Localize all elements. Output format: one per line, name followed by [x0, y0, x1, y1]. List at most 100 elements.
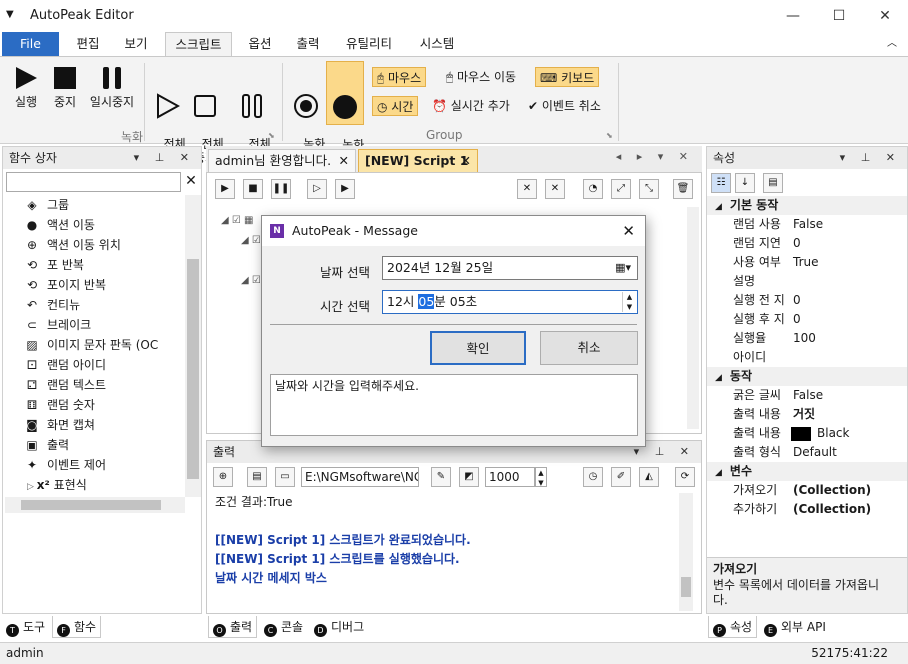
- function-item[interactable]: ⊂ 브레이크: [27, 315, 91, 335]
- prop-row[interactable]: 출력 형식 Default: [707, 443, 907, 462]
- stop-script-button[interactable]: ■: [243, 179, 263, 199]
- prop-row[interactable]: 랜덤 사용 False: [707, 215, 907, 234]
- tab-functions[interactable]: F 함수: [52, 616, 102, 638]
- function-item[interactable]: ◙ 화면 캡쳐: [26, 415, 95, 435]
- app-menu-icon[interactable]: ▼: [6, 9, 14, 20]
- run-script-button[interactable]: ▶: [215, 179, 235, 199]
- tab-edit[interactable]: 편집: [68, 32, 108, 56]
- prop-row[interactable]: 사용 여부 True: [707, 253, 907, 272]
- prop-row[interactable]: 아이디: [707, 348, 907, 367]
- prop-row[interactable]: 출력 내용 거짓: [707, 405, 907, 424]
- tab-nav-controls-icon[interactable]: ◂ ▸ ▾ ✕: [616, 150, 694, 163]
- history-icon[interactable]: ◔: [583, 179, 603, 199]
- function-item[interactable]: ⊕ 액션 이동 위치: [27, 235, 121, 255]
- function-item[interactable]: ▣ 출력: [26, 435, 69, 455]
- folder-icon[interactable]: ▭: [275, 467, 295, 487]
- scrollbar-thumb[interactable]: [187, 259, 199, 479]
- close-tab-icon[interactable]: ✕: [339, 150, 349, 172]
- fill-icon[interactable]: ◭: [639, 467, 659, 487]
- ok-button[interactable]: 확인: [430, 331, 526, 365]
- trash-icon[interactable]: 🗑: [673, 179, 693, 199]
- prop-row[interactable]: 추가하기 (Collection): [707, 500, 907, 519]
- time-toggle[interactable]: ◷ 시간: [372, 96, 419, 116]
- group-launcher-icon[interactable]: ⬊: [606, 131, 613, 140]
- function-search-input[interactable]: [6, 172, 181, 192]
- time-picker[interactable]: 12시 05분 05초 ▲ ▼: [382, 290, 638, 314]
- mouse-toggle[interactable]: 🖰 마우스: [372, 67, 427, 87]
- prop-row[interactable]: 랜덤 지연 0: [707, 234, 907, 253]
- sort-alpha-icon[interactable]: ↓: [735, 173, 755, 193]
- tab-system[interactable]: 시스템: [410, 32, 464, 56]
- maximize-button[interactable]: ☐: [816, 0, 862, 32]
- delete-node-icon[interactable]: ✕: [517, 179, 537, 199]
- vertical-scrollbar[interactable]: [185, 195, 201, 497]
- function-item[interactable]: ● 액션 이동: [27, 215, 95, 235]
- tree-node[interactable]: ◢ ☑: [241, 235, 261, 246]
- tab-utility[interactable]: 유틸리티: [338, 32, 400, 56]
- clean-icon[interactable]: ✎: [431, 467, 451, 487]
- step-over-button[interactable]: ▶: [335, 179, 355, 199]
- delete-all-icon[interactable]: ✕: [545, 179, 565, 199]
- tab-tools[interactable]: T 도구: [2, 616, 49, 638]
- keyboard-toggle[interactable]: ⌨ 키보드: [535, 67, 600, 87]
- eraser-icon[interactable]: ◩: [459, 467, 479, 487]
- tab-view[interactable]: 보기: [116, 32, 156, 56]
- tab-output[interactable]: O 출력: [208, 616, 258, 638]
- save-icon[interactable]: ▤: [247, 467, 267, 487]
- calendar-dropdown-icon[interactable]: ▦▾: [615, 257, 631, 279]
- output-scrollbar[interactable]: [679, 493, 693, 611]
- prop-row[interactable]: 출력 내용 Black: [707, 424, 907, 443]
- date-picker[interactable]: 2024년 12월 25일 ▦▾: [382, 256, 638, 280]
- property-pages-icon[interactable]: ▤: [763, 173, 783, 193]
- tab-debug[interactable]: D 디버그: [310, 616, 368, 638]
- record-stop-button[interactable]: 녹화 중지: [326, 61, 364, 166]
- prop-row[interactable]: 실행 전 지0: [707, 291, 907, 310]
- scrollbar-thumb[interactable]: [681, 577, 691, 597]
- prop-category[interactable]: ◢ 기본 동작: [707, 196, 907, 215]
- clock-icon[interactable]: ◷: [583, 467, 603, 487]
- tab-new-script[interactable]: [NEW] Script 1 ✕: [358, 149, 478, 172]
- minimize-button[interactable]: —: [770, 0, 816, 32]
- brush-icon[interactable]: ✐: [611, 467, 631, 487]
- collapse-ribbon-icon[interactable]: ︿: [882, 32, 902, 56]
- prop-row[interactable]: 설명: [707, 272, 907, 291]
- scrollbar-thumb[interactable]: [21, 500, 161, 510]
- function-item[interactable]: ▨ 이미지 문자 판독 (OC: [26, 335, 158, 355]
- tab-output[interactable]: 출력: [288, 32, 328, 56]
- tab-external-api[interactable]: E 외부 API: [760, 616, 830, 638]
- prop-row[interactable]: 실행 후 지0: [707, 310, 907, 329]
- tab-properties[interactable]: P 속성: [708, 616, 758, 638]
- function-category[interactable]: ▷ x² 표현식: [27, 475, 87, 495]
- tree-node[interactable]: ◢ ☑: [241, 275, 261, 286]
- line-count-field[interactable]: 1000: [485, 467, 535, 487]
- close-window-button[interactable]: ✕: [862, 0, 908, 32]
- function-item[interactable]: ⚅ 랜덤 숫자: [27, 395, 95, 415]
- tab-welcome[interactable]: admin님 환영합니다. ✕: [208, 149, 356, 172]
- event-cancel-button[interactable]: ✔ 이벤트 취소: [524, 96, 605, 116]
- time-spinner-icon[interactable]: ▲ ▼: [622, 292, 636, 312]
- tree-node[interactable]: ◢ ☑ ▦: [221, 215, 253, 226]
- prop-row[interactable]: 굵은 글씨 False: [707, 386, 907, 405]
- output-path-field[interactable]: E:\NGMsoftware\NG: [301, 467, 419, 487]
- prop-row[interactable]: 가져오기 (Collection): [707, 481, 907, 500]
- expand-icon[interactable]: ⤢: [611, 179, 631, 199]
- group-launcher-icon[interactable]: ⬊: [268, 131, 275, 140]
- step-button[interactable]: ▷: [307, 179, 327, 199]
- function-item[interactable]: ⟲ 포 반복: [27, 255, 84, 275]
- run-button[interactable]: 실행: [6, 65, 46, 109]
- function-item[interactable]: ⚁ 랜덤 텍스트: [27, 375, 106, 395]
- tab-console[interactable]: C 콘솔: [260, 616, 307, 638]
- function-item[interactable]: ◈ 그룹: [27, 195, 69, 215]
- close-tab-icon[interactable]: ✕: [461, 150, 471, 172]
- realtime-add-button[interactable]: ⏰ 실시간 추가: [428, 96, 514, 116]
- dialog-close-icon[interactable]: ✕: [622, 216, 635, 246]
- tab-file[interactable]: File: [2, 32, 59, 56]
- prop-category[interactable]: ◢ 변수: [707, 462, 907, 481]
- prop-row[interactable]: 실행율 100: [707, 329, 907, 348]
- tab-options[interactable]: 옵션: [240, 32, 280, 56]
- stop-button[interactable]: 중지: [46, 65, 84, 109]
- count-spinner-icon[interactable]: ▲ ▼: [535, 467, 547, 487]
- function-item[interactable]: ✦ 이벤트 제어: [27, 455, 106, 475]
- tab-script[interactable]: 스크립트: [165, 32, 232, 56]
- clear-search-icon[interactable]: ✕: [181, 172, 201, 192]
